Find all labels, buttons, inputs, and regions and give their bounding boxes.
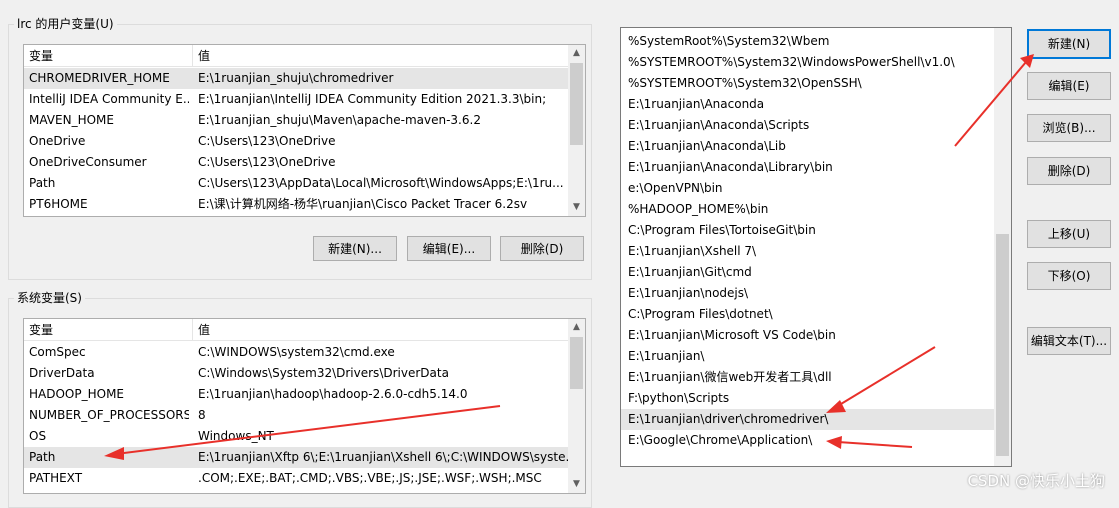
path-entry[interactable]: E:\1ruanjian\Git\cmd: [621, 262, 994, 283]
path-entry[interactable]: E:\1ruanjian\Anaconda\Lib: [621, 136, 994, 157]
path-new-button[interactable]: 新建(N): [1027, 29, 1111, 59]
column-header-variable[interactable]: 变量: [24, 319, 192, 341]
edit-path-dialog: %SystemRoot%\System32\Wbem %SYSTEMROOT%\S…: [601, 0, 1119, 501]
user-vars-list[interactable]: 变量 值 CHROMEDRIVER_HOME E:\1ruanjian_shuju…: [23, 44, 586, 217]
table-row[interactable]: PT6HOME E:\课\计算机网络-杨华\ruanjian\Cisco Pack…: [24, 194, 568, 215]
table-row[interactable]: PATHEXT .COM;.EXE;.BAT;.CMD;.VBS;.VBE;.JS…: [24, 468, 568, 489]
path-entry[interactable]: %SystemRoot%\System32\Wbem: [621, 31, 994, 52]
column-header-value[interactable]: 值: [192, 45, 570, 67]
path-browse-button[interactable]: 浏览(B)...: [1027, 114, 1111, 142]
path-entry[interactable]: C:\Program Files\dotnet\: [621, 304, 994, 325]
path-move-down-button[interactable]: 下移(O): [1027, 262, 1111, 290]
table-row[interactable]: OneDriveConsumer C:\Users\123\OneDrive: [24, 152, 568, 173]
path-entry[interactable]: e:\OpenVPN\bin: [621, 178, 994, 199]
table-row[interactable]: HADOOP_HOME E:\1ruanjian\hadoop\hadoop-2.…: [24, 384, 568, 405]
path-edit-button[interactable]: 编辑(E): [1027, 72, 1111, 100]
scroll-down-arrow-icon[interactable]: ▼: [568, 199, 585, 216]
table-row[interactable]: IntelliJ IDEA Community E... E:\1ruanjian…: [24, 89, 568, 110]
user-vars-rows: CHROMEDRIVER_HOME E:\1ruanjian_shuju\chro…: [24, 68, 568, 215]
path-edit-text-button[interactable]: 编辑文本(T)...: [1027, 327, 1111, 355]
path-entry[interactable]: E:\1ruanjian\Anaconda\Scripts: [621, 115, 994, 136]
system-vars-title: 系统变量(S): [14, 291, 85, 305]
system-vars-header: 变量 值: [24, 319, 568, 341]
path-entry[interactable]: %SYSTEMROOT%\System32\OpenSSH\: [621, 73, 994, 94]
path-entry[interactable]: C:\Program Files\TortoiseGit\bin: [621, 220, 994, 241]
path-entry[interactable]: E:\Google\Chrome\Application\: [621, 430, 994, 451]
table-row[interactable]: OneDrive C:\Users\123\OneDrive: [24, 131, 568, 152]
path-entry[interactable]: E:\1ruanjian\Anaconda\Library\bin: [621, 157, 994, 178]
user-new-button[interactable]: 新建(N)...: [313, 236, 397, 261]
path-delete-button[interactable]: 删除(D): [1027, 157, 1111, 185]
table-row[interactable]: DriverData C:\Windows\System32\Drivers\Dr…: [24, 363, 568, 384]
user-delete-button[interactable]: 删除(D): [500, 236, 584, 261]
path-rows: %SystemRoot%\System32\Wbem %SYSTEMROOT%\S…: [621, 31, 994, 451]
path-entry[interactable]: F:\python\Scripts: [621, 388, 994, 409]
scroll-down-arrow-icon[interactable]: ▼: [568, 476, 585, 493]
scroll-up-arrow-icon[interactable]: ▲: [568, 45, 585, 62]
user-vars-header: 变量 值: [24, 45, 568, 67]
watermark: CSDN @快乐小土狗: [967, 472, 1105, 490]
table-row[interactable]: OS Windows_NT: [24, 426, 568, 447]
path-entries-list[interactable]: %SystemRoot%\System32\Wbem %SYSTEMROOT%\S…: [620, 27, 1012, 467]
system-vars-rows: ComSpec C:\WINDOWS\system32\cmd.exe Drive…: [24, 342, 568, 489]
system-vars-list[interactable]: 变量 值 ComSpec C:\WINDOWS\system32\cmd.exe …: [23, 318, 586, 494]
path-move-up-button[interactable]: 上移(U): [1027, 220, 1111, 248]
path-entry[interactable]: E:\1ruanjian\nodejs\: [621, 283, 994, 304]
table-row[interactable]: ComSpec C:\WINDOWS\system32\cmd.exe: [24, 342, 568, 363]
path-entry[interactable]: E:\1ruanjian\: [621, 346, 994, 367]
path-entry[interactable]: E:\1ruanjian\Xshell 7\: [621, 241, 994, 262]
path-entry[interactable]: %HADOOP_HOME%\bin: [621, 199, 994, 220]
path-entry[interactable]: %SYSTEMROOT%\System32\WindowsPowerShell\…: [621, 52, 994, 73]
table-row[interactable]: MAVEN_HOME E:\1ruanjian_shuju\Maven\apach…: [24, 110, 568, 131]
scroll-up-arrow-icon[interactable]: ▲: [568, 319, 585, 336]
table-row[interactable]: Path E:\1ruanjian\Xftp 6\;E:\1ruanjian\Xs…: [24, 447, 568, 468]
path-entry[interactable]: E:\1ruanjian\Anaconda: [621, 94, 994, 115]
user-vars-title: lrc 的用户变量(U): [14, 17, 117, 31]
column-header-value[interactable]: 值: [192, 319, 570, 341]
scrollbar-thumb[interactable]: [996, 234, 1009, 456]
scrollbar-thumb[interactable]: [570, 63, 583, 145]
path-entry[interactable]: E:\1ruanjian\Microsoft VS Code\bin: [621, 325, 994, 346]
user-vars-scrollbar[interactable]: ▲ ▼: [568, 45, 585, 216]
path-entry[interactable]: E:\1ruanjian\微信web开发者工具\dll: [621, 367, 994, 388]
column-header-variable[interactable]: 变量: [24, 45, 192, 67]
path-entry[interactable]: E:\1ruanjian\driver\chromedriver\: [621, 409, 994, 430]
path-list-scrollbar[interactable]: [994, 28, 1011, 466]
table-row[interactable]: Path C:\Users\123\AppData\Local\Microsoft…: [24, 173, 568, 194]
system-vars-scrollbar[interactable]: ▲ ▼: [568, 319, 585, 493]
scrollbar-thumb[interactable]: [570, 337, 583, 389]
user-edit-button[interactable]: 编辑(E)...: [407, 236, 491, 261]
table-row[interactable]: CHROMEDRIVER_HOME E:\1ruanjian_shuju\chro…: [24, 68, 568, 89]
table-row[interactable]: NUMBER_OF_PROCESSORS 8: [24, 405, 568, 426]
